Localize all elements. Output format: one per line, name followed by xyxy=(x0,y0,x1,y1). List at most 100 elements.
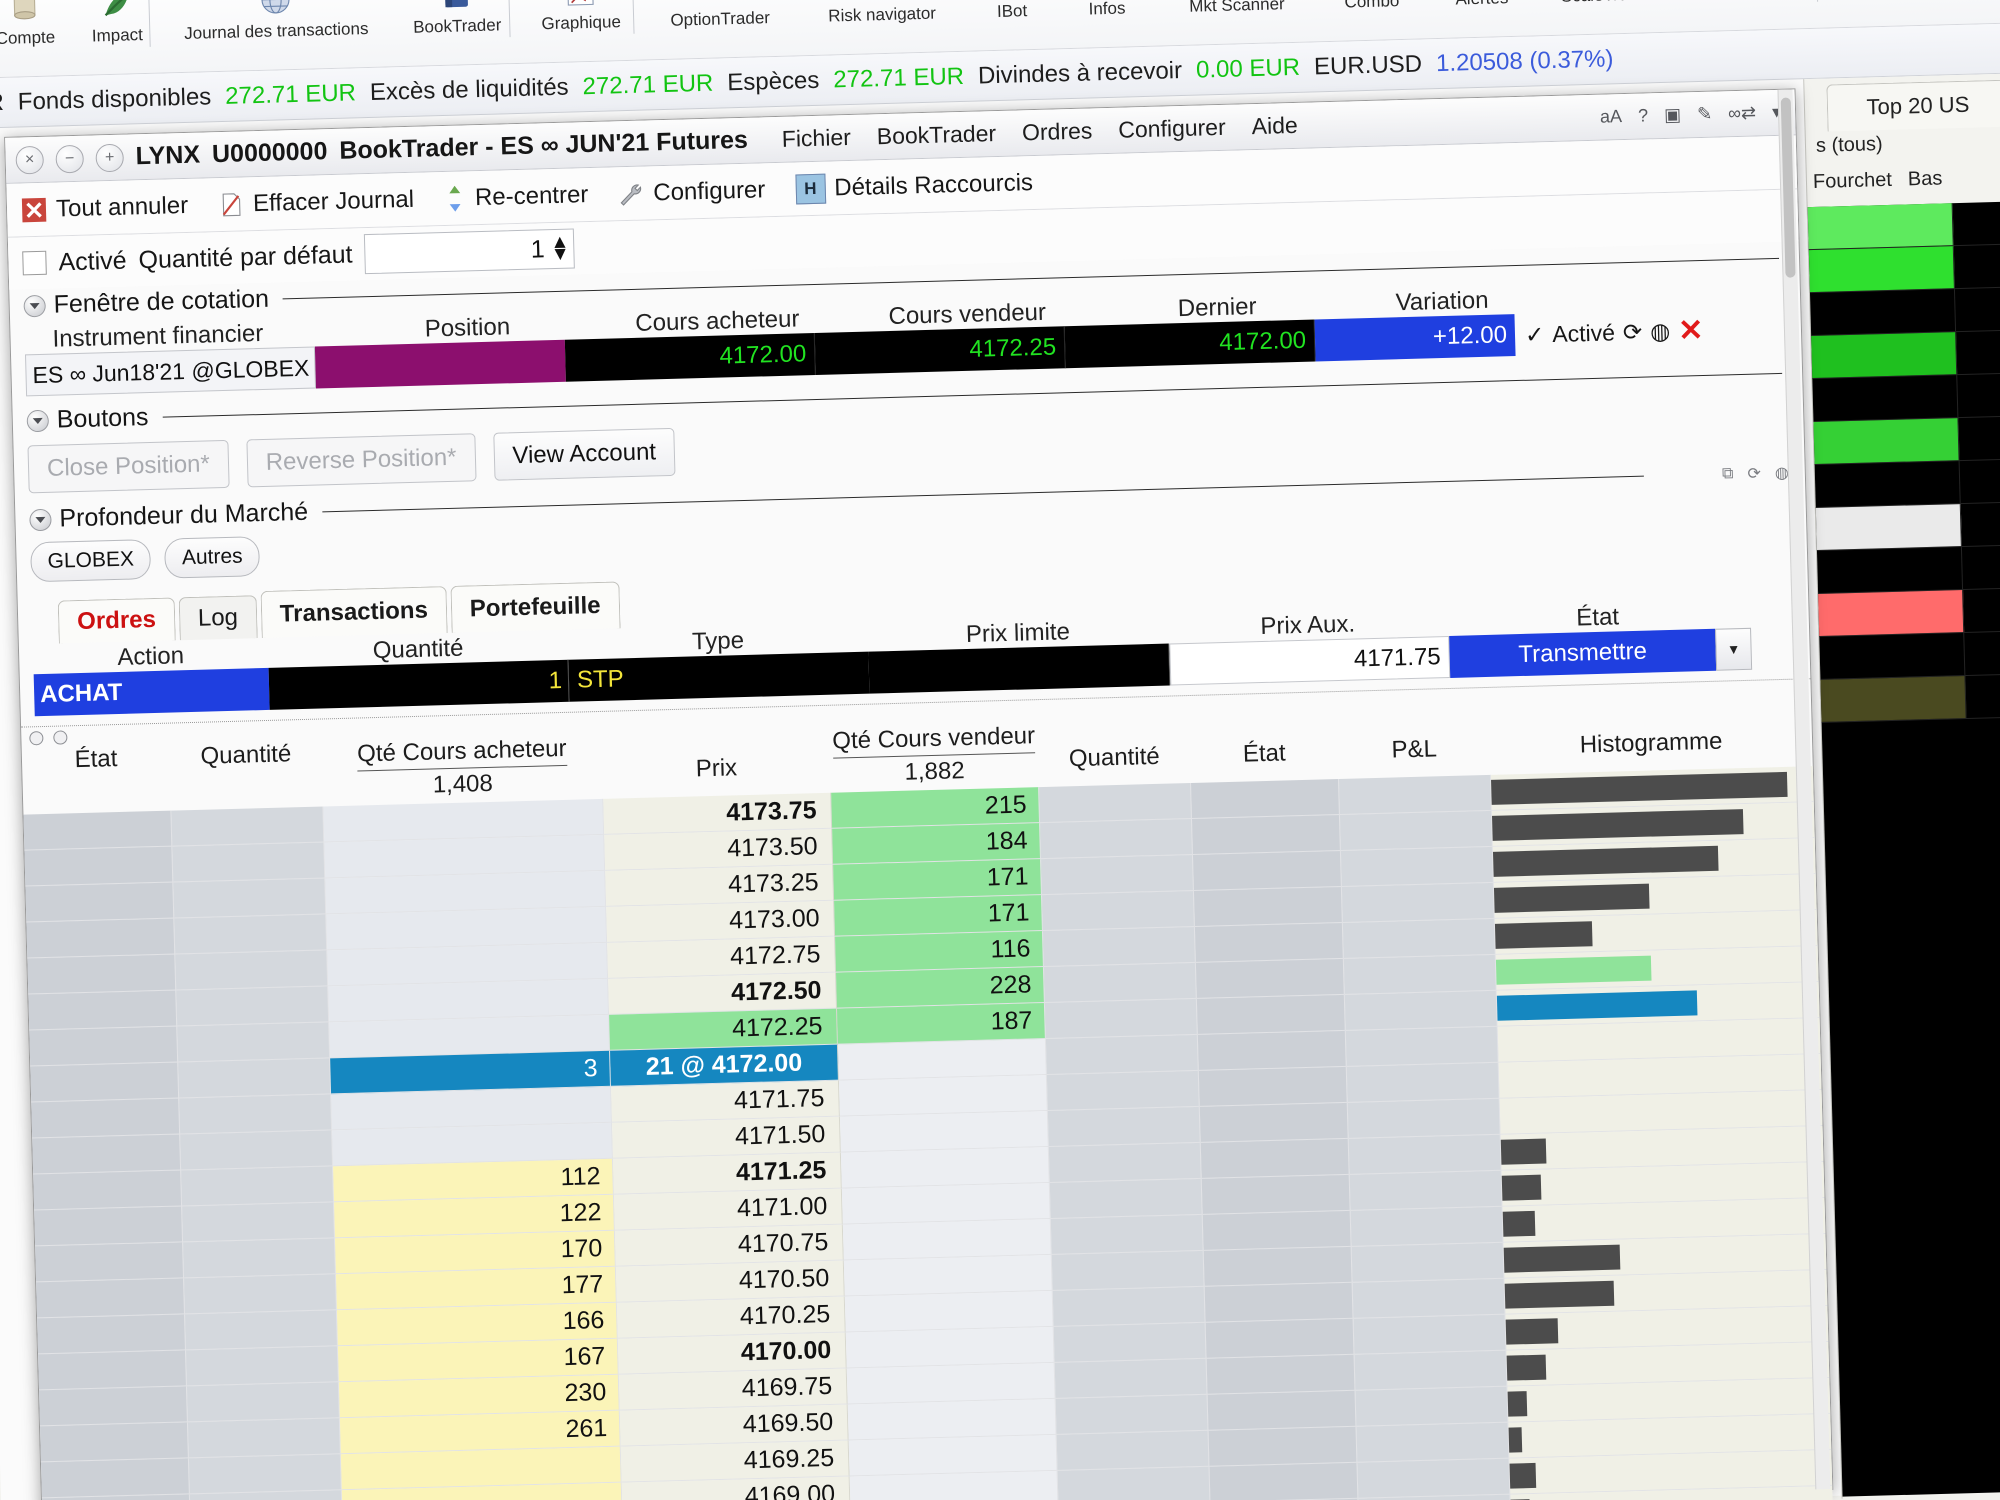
book-cell-state[interactable] xyxy=(31,1098,181,1139)
order-type[interactable]: STP xyxy=(568,651,870,702)
menu-aide[interactable]: Aide xyxy=(1251,112,1298,140)
table-row[interactable] xyxy=(1816,543,2000,594)
order-action[interactable]: ACHAT xyxy=(33,667,270,717)
book-cell-pl[interactable] xyxy=(1338,774,1492,815)
book-cell-ask-qty[interactable]: 116 xyxy=(835,931,1044,973)
book-cell-ask-qty[interactable] xyxy=(843,1254,1053,1297)
book-cell-state2[interactable] xyxy=(1199,1102,1349,1143)
book-cell-quantity[interactable] xyxy=(187,1418,341,1459)
default-quantity-checkbox[interactable] xyxy=(22,250,47,276)
default-quantity-stepper[interactable]: 1 ▲ ▼ xyxy=(364,228,576,275)
recenter-button[interactable]: Re-centrer xyxy=(444,181,589,213)
book-cell-pl[interactable] xyxy=(1348,1134,1502,1175)
book-cell-price[interactable]: 4170.75 xyxy=(614,1224,844,1267)
book-cell-state2[interactable] xyxy=(1195,958,1345,999)
book-cell-pl[interactable] xyxy=(1346,1062,1500,1103)
book-cell-quantity2[interactable] xyxy=(1049,1178,1203,1219)
book-cell-state[interactable] xyxy=(33,1170,183,1211)
book-cell-state2[interactable] xyxy=(1198,1066,1348,1107)
toolbar-item-scaletrader[interactable]: ScaleTrader xyxy=(1536,0,1678,7)
book-cell-quantity[interactable] xyxy=(175,950,329,991)
toolbar-item-infos[interactable]: Infos xyxy=(1056,0,1158,20)
menu-ordres[interactable]: Ordres xyxy=(1022,117,1093,146)
book-cell-price[interactable]: 4170.50 xyxy=(615,1260,845,1303)
toolbar-item-mktscanner[interactable]: Mkt Scanner xyxy=(1156,0,1318,18)
menu-configurer[interactable]: Configurer xyxy=(1118,114,1226,144)
book-cell-quantity[interactable] xyxy=(177,1022,331,1063)
book-cell-quantity[interactable] xyxy=(183,1238,336,1279)
book-cell-pl[interactable] xyxy=(1339,810,1493,851)
book-cell-state[interactable] xyxy=(35,1242,185,1283)
book-cell-ask-qty[interactable]: 171 xyxy=(834,895,1043,937)
book-cell-pl[interactable] xyxy=(1342,918,1496,959)
book-cell-state[interactable] xyxy=(34,1206,184,1247)
toolbar-item-combo[interactable]: Combo xyxy=(1316,0,1428,13)
tab-top20us[interactable]: Top 20 US xyxy=(1826,79,2000,132)
book-cell-quantity2[interactable] xyxy=(1047,1106,1201,1147)
book-cell-quantity2[interactable] xyxy=(1057,1466,1211,1500)
table-row[interactable] xyxy=(1815,500,2000,551)
book-cell-state2[interactable] xyxy=(1191,778,1340,819)
book-cell-ask-qty[interactable]: 184 xyxy=(832,823,1042,865)
book-cell-state2[interactable] xyxy=(1194,922,1344,963)
order-aux-price[interactable]: 4171.75 xyxy=(1169,635,1451,686)
table-row[interactable] xyxy=(1820,672,2000,723)
book-cell-quantity[interactable] xyxy=(174,914,328,955)
toolbar-item-alertes[interactable]: Alertes xyxy=(1426,0,1538,10)
minimize-icon[interactable]: − xyxy=(55,144,85,173)
book-cell-state[interactable] xyxy=(25,882,175,923)
book-cell-quantity2[interactable] xyxy=(1050,1214,1204,1255)
book-cell-quantity2[interactable] xyxy=(1055,1394,1209,1435)
book-cell-quantity[interactable] xyxy=(173,878,327,919)
book-cell-quantity[interactable] xyxy=(178,1058,332,1099)
book-cell-state2[interactable] xyxy=(1193,886,1343,927)
pencil-icon[interactable]: ✎ xyxy=(1697,104,1713,125)
tab-portefeuille[interactable]: Portefeuille xyxy=(450,581,621,633)
book-cell-quantity2[interactable] xyxy=(1054,1358,1208,1399)
book-cell-pl[interactable] xyxy=(1350,1206,1504,1247)
exchange-globex[interactable]: GLOBEX xyxy=(30,539,152,583)
book-cell-state2[interactable] xyxy=(1205,1318,1355,1359)
book-cell-pl[interactable] xyxy=(1341,882,1495,923)
book-cell-pl[interactable] xyxy=(1347,1098,1501,1139)
stepper-arrows[interactable]: ▲ ▼ xyxy=(550,232,570,265)
book-cell-state[interactable] xyxy=(26,918,176,959)
depth-refresh-icon[interactable]: ⟳ xyxy=(1747,463,1761,483)
book-cell-state[interactable] xyxy=(39,1386,188,1427)
menu-booktrader[interactable]: BookTrader xyxy=(876,120,996,150)
chevron-down-icon[interactable]: ▾ xyxy=(1715,627,1753,671)
book-cell-quantity[interactable] xyxy=(186,1382,340,1423)
book-cell-state[interactable] xyxy=(37,1314,186,1355)
book-cell-ask-qty[interactable] xyxy=(844,1290,1054,1333)
book-cell-quantity[interactable] xyxy=(184,1274,337,1315)
book-cell-state[interactable] xyxy=(38,1350,187,1391)
order-quantity[interactable]: 1 xyxy=(268,659,570,710)
book-cell-quantity[interactable] xyxy=(185,1310,338,1351)
quote-instrument[interactable]: ES ∞ Jun18'21 @GLOBEX xyxy=(24,346,317,397)
toolbar-item-ibot[interactable]: IBot xyxy=(966,0,1058,23)
table-row[interactable] xyxy=(1818,586,2000,637)
book-cell-price[interactable]: 21 @ 4172.00 xyxy=(610,1044,839,1087)
book-cell-state[interactable] xyxy=(40,1458,190,1499)
remove-row-icon[interactable]: ✕ xyxy=(1678,312,1704,348)
window-icon[interactable]: ▣ xyxy=(1664,104,1682,125)
clear-log-button[interactable]: Effacer Journal xyxy=(218,185,415,218)
book-cell-pl[interactable] xyxy=(1344,990,1498,1031)
maximize-icon[interactable]: + xyxy=(95,143,125,172)
book-cell-quantity[interactable] xyxy=(188,1454,342,1495)
exchange-autres[interactable]: Autres xyxy=(164,536,261,579)
book-cell-price[interactable]: 4170.00 xyxy=(617,1332,847,1375)
close-icon[interactable]: × xyxy=(15,145,45,175)
book-cell-price[interactable]: 4169.50 xyxy=(619,1404,849,1447)
book-cell-state[interactable] xyxy=(32,1134,182,1175)
close-position-button[interactable]: Close Position* xyxy=(27,439,230,494)
book-cell-quantity2[interactable] xyxy=(1046,1070,1200,1111)
book-cell-price[interactable]: 4169.25 xyxy=(620,1440,850,1483)
table-row[interactable] xyxy=(1812,371,2000,423)
tab-transactions[interactable]: Transactions xyxy=(260,586,448,639)
handle-dot[interactable] xyxy=(53,730,68,745)
book-cell-state2[interactable] xyxy=(1206,1354,1356,1395)
book-cell-quantity2[interactable] xyxy=(1056,1430,1210,1471)
refresh-icon[interactable]: ⟳ xyxy=(1623,318,1643,346)
table-row[interactable] xyxy=(1807,199,2000,251)
